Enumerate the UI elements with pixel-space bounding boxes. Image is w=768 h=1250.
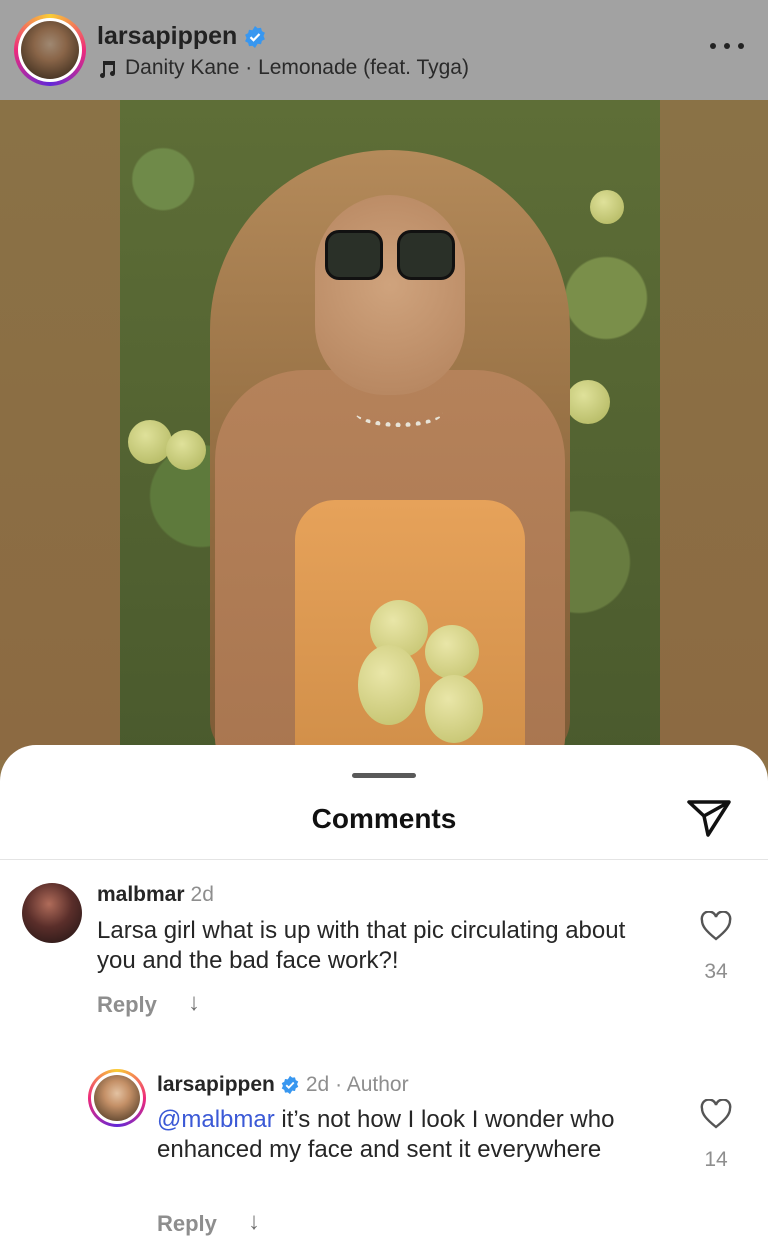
reply-meta: 2d · Author bbox=[305, 1073, 409, 1096]
comment-username[interactable]: malbmar 2d bbox=[97, 883, 214, 907]
like-heart-icon[interactable] bbox=[700, 911, 732, 941]
author-avatar[interactable] bbox=[88, 1069, 146, 1127]
verified-badge-icon bbox=[281, 1076, 299, 1095]
more-options-icon[interactable] bbox=[710, 40, 744, 52]
header-username[interactable]: larsapippen bbox=[97, 22, 267, 51]
commenter-avatar[interactable] bbox=[22, 883, 82, 943]
comments-sheet: Comments malbmar 2d Larsa girl what is up… bbox=[0, 745, 768, 1250]
reply-username-text[interactable]: larsapippen bbox=[157, 1073, 275, 1096]
reply-text: @malbmar it’s not how I look I wonder wh… bbox=[157, 1105, 647, 1165]
like-count: 14 bbox=[704, 1148, 728, 1171]
header-divider bbox=[0, 859, 768, 860]
reply-button[interactable]: Reply bbox=[157, 1211, 217, 1237]
comment-text: Larsa girl what is up with that pic circ… bbox=[97, 917, 626, 974]
send-icon[interactable] bbox=[686, 797, 732, 839]
like-heart-icon[interactable] bbox=[700, 1099, 732, 1129]
mention-link[interactable]: @malbmar bbox=[157, 1106, 275, 1133]
post-photo[interactable] bbox=[120, 100, 660, 760]
post-header: larsapippen Danity Kane · Lemonade (feat… bbox=[0, 0, 768, 100]
header-avatar[interactable] bbox=[14, 14, 86, 86]
comment-username-text[interactable]: malbmar bbox=[97, 883, 185, 906]
view-replies-arrow-icon[interactable]: ↓ bbox=[188, 989, 200, 1017]
comment-time: 2d bbox=[190, 883, 214, 906]
comments-title: Comments bbox=[311, 803, 457, 834]
header-username-text[interactable]: larsapippen bbox=[97, 22, 237, 50]
verified-badge-icon bbox=[245, 26, 266, 49]
music-info[interactable]: Danity Kane · Lemonade (feat. Tyga) bbox=[97, 56, 469, 80]
music-note-icon bbox=[100, 61, 115, 78]
like-count: 34 bbox=[704, 960, 728, 983]
music-label: Danity Kane · Lemonade (feat. Tyga) bbox=[125, 56, 469, 79]
drag-handle[interactable] bbox=[352, 773, 416, 778]
reply-button[interactable]: Reply bbox=[97, 992, 157, 1018]
view-replies-arrow-icon[interactable]: ↓ bbox=[248, 1208, 260, 1236]
reply-username[interactable]: larsapippen 2d · Author bbox=[157, 1073, 409, 1097]
